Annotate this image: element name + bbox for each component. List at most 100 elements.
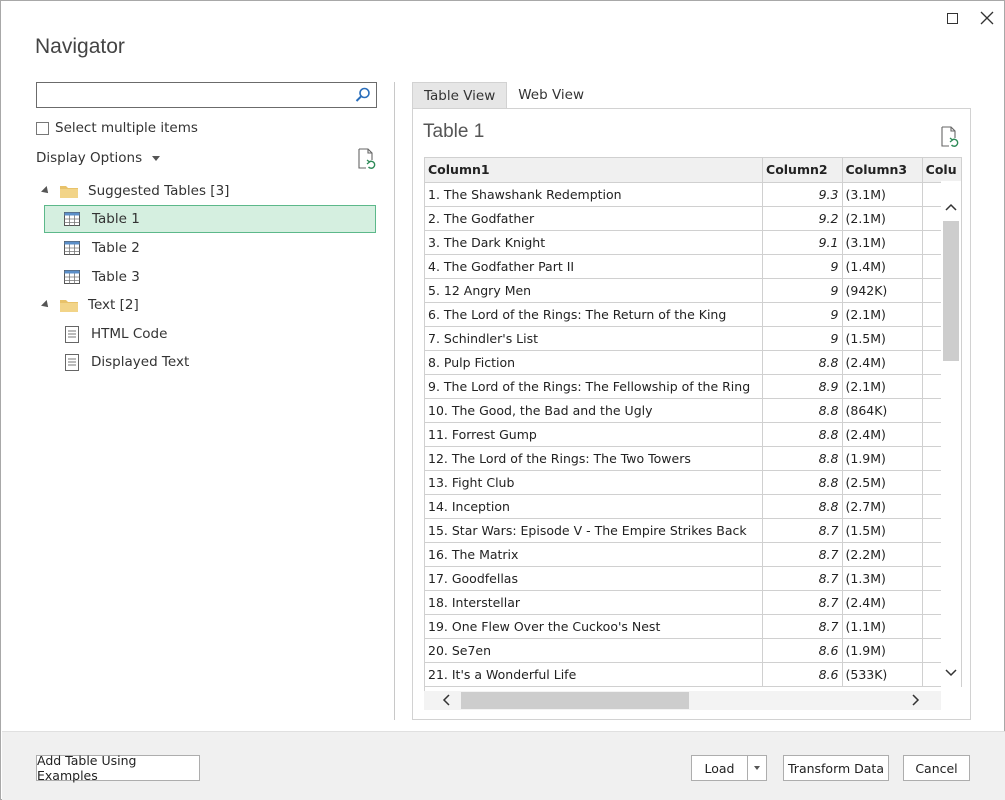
tree-item-label: Table 2: [92, 240, 140, 256]
table-row[interactable]: 9. The Lord of the Rings: The Fellowship…: [425, 374, 962, 399]
table-row[interactable]: 14. Inception 8.8 (2.7M): [425, 494, 962, 519]
tree-item-table-2[interactable]: Table 2: [64, 234, 140, 262]
cell-rating: 9.3: [762, 182, 843, 207]
chevron-down-icon: [152, 155, 161, 161]
search-icon[interactable]: [354, 86, 372, 104]
tree-folder-label: Suggested Tables [3]: [88, 183, 230, 199]
refresh-icon[interactable]: [940, 126, 960, 148]
cell-rating: 8.7: [762, 566, 843, 591]
cell-votes: (942K): [842, 278, 923, 303]
cell-rating: 8.8: [762, 494, 843, 519]
table-row[interactable]: 20. Se7en 8.6 (1.9M): [425, 638, 962, 663]
table-row[interactable]: 12. The Lord of the Rings: The Two Tower…: [425, 446, 962, 471]
tree-item-displayed-text[interactable]: Displayed Text: [65, 348, 189, 376]
cell-votes: (1.5M): [842, 518, 923, 543]
maximize-button[interactable]: [941, 7, 963, 29]
tree-item-label: Displayed Text: [91, 354, 190, 370]
table-row[interactable]: 21. It's a Wonderful Life 8.6 (533K): [425, 662, 962, 687]
table-row[interactable]: 16. The Matrix 8.7 (2.2M): [425, 542, 962, 567]
table-row[interactable]: 13. Fight Club 8.8 (2.5M): [425, 470, 962, 495]
cell-votes: (1.9M): [842, 446, 923, 471]
cell-votes: (2.4M): [842, 590, 923, 615]
scroll-up-icon[interactable]: [943, 199, 959, 215]
tab-web-view[interactable]: Web View: [507, 82, 595, 108]
table-row[interactable]: 19. One Flew Over the Cuckoo's Nest 8.7 (1…: [425, 614, 962, 639]
vertical-scrollbar[interactable]: [941, 181, 961, 691]
add-table-using-examples-button[interactable]: Add Table Using Examples: [36, 753, 200, 783]
cell-rating: 9.1: [762, 230, 843, 255]
tree-item-label: Table 3: [92, 269, 140, 285]
table-row[interactable]: 6. The Lord of the Rings: The Return of …: [425, 302, 962, 327]
load-options-button[interactable]: [748, 755, 767, 781]
cell-title: 12. The Lord of the Rings: The Two Tower…: [425, 446, 764, 471]
horizontal-scrollbar[interactable]: [424, 691, 941, 710]
table-row[interactable]: 4. The Godfather Part II 9 (1.4M): [425, 254, 962, 279]
transform-data-button[interactable]: Transform Data: [783, 755, 889, 781]
folder-icon: [60, 186, 78, 198]
scroll-right-icon[interactable]: [908, 692, 924, 708]
table-row[interactable]: 7. Schindler's List 9 (1.5M): [425, 326, 962, 351]
cell-votes: (2.7M): [842, 494, 923, 519]
cell-votes: (1.4M): [842, 254, 923, 279]
expander-icon[interactable]: [41, 300, 51, 310]
display-options-dropdown[interactable]: Display Options: [36, 150, 161, 166]
expander-icon[interactable]: [41, 186, 51, 196]
cell-rating: 9: [762, 302, 843, 327]
select-multiple-checkbox[interactable]: [36, 121, 49, 135]
search-input[interactable]: [37, 83, 347, 107]
table-row[interactable]: 2. The Godfather 9.2 (2.1M): [425, 206, 962, 231]
column-header[interactable]: Colu: [922, 158, 962, 183]
tree-item-table-1[interactable]: Table 1: [44, 205, 376, 233]
cell-rating: 8.8: [762, 470, 843, 495]
pane-splitter[interactable]: [394, 82, 395, 720]
table-row[interactable]: 11. Forrest Gump 8.8 (2.4M): [425, 422, 962, 447]
tree-folder-suggested-tables[interactable]: Suggested Tables [3]: [41, 177, 230, 205]
table-row[interactable]: 8. Pulp Fiction 8.8 (2.4M): [425, 350, 962, 375]
tree-folder-text[interactable]: Text [2]: [41, 291, 139, 319]
load-button[interactable]: Load: [691, 755, 748, 781]
scroll-left-icon[interactable]: [438, 692, 454, 708]
display-options-label: Display Options: [36, 150, 143, 166]
cell-title: 6. The Lord of the Rings: The Return of …: [425, 302, 764, 327]
cell-votes: (1.3M): [842, 566, 923, 591]
cell-title: 17. Goodfellas: [425, 566, 764, 591]
table-row[interactable]: 18. Interstellar 8.7 (2.4M): [425, 590, 962, 615]
cell-rating: 9: [762, 326, 843, 351]
cell-votes: (1.5M): [842, 326, 923, 351]
cancel-button[interactable]: Cancel: [903, 755, 970, 781]
horizontal-scroll-thumb[interactable]: [461, 692, 689, 709]
cell-votes: (3.1M): [842, 230, 923, 255]
cell-title: 4. The Godfather Part II: [425, 254, 764, 279]
table-row[interactable]: 5. 12 Angry Men 9 (942K): [425, 278, 962, 303]
table-row[interactable]: 1. The Shawshank Redemption 9.3 (3.1M): [425, 182, 962, 207]
table-row[interactable]: 3. The Dark Knight 9.1 (3.1M): [425, 230, 962, 255]
scroll-down-icon[interactable]: [943, 665, 959, 681]
table-row[interactable]: 15. Star Wars: Episode V - The Empire St…: [425, 518, 962, 543]
cell-rating: 8.7: [762, 614, 843, 639]
refresh-icon[interactable]: [357, 148, 377, 170]
tab-table-view[interactable]: Table View: [412, 82, 508, 108]
cell-rating: 8.6: [762, 662, 843, 687]
cell-rating: 8.9: [762, 374, 843, 399]
cell-votes: (2.5M): [842, 470, 923, 495]
table-row[interactable]: 17. Goodfellas 8.7 (1.3M): [425, 566, 962, 591]
cell-title: 19. One Flew Over the Cuckoo's Nest: [425, 614, 764, 639]
search-box[interactable]: [36, 82, 377, 108]
tree-item-html-code[interactable]: HTML Code: [65, 320, 167, 348]
select-multiple-row[interactable]: Select multiple items: [36, 120, 198, 136]
column-header[interactable]: Column2: [762, 158, 843, 183]
tree-item-table-3[interactable]: Table 3: [64, 263, 140, 291]
cell-rating: 9: [762, 254, 843, 279]
vertical-scroll-thumb[interactable]: [943, 221, 959, 361]
preview-grid[interactable]: Column1 Column2 Column3 Colu 1. The Shaw…: [424, 157, 962, 691]
cell-votes: (2.1M): [842, 302, 923, 327]
cell-title: 3. The Dark Knight: [425, 230, 764, 255]
tree-folder-label: Text [2]: [88, 297, 139, 313]
table-row[interactable]: 10. The Good, the Bad and the Ugly 8.8 (86…: [425, 398, 962, 423]
close-button[interactable]: [976, 7, 998, 29]
chevron-down-icon: [754, 766, 760, 770]
column-header[interactable]: Column1: [425, 158, 764, 183]
table-icon: [64, 212, 80, 226]
column-header[interactable]: Column3: [842, 158, 923, 183]
select-multiple-label: Select multiple items: [55, 120, 198, 136]
